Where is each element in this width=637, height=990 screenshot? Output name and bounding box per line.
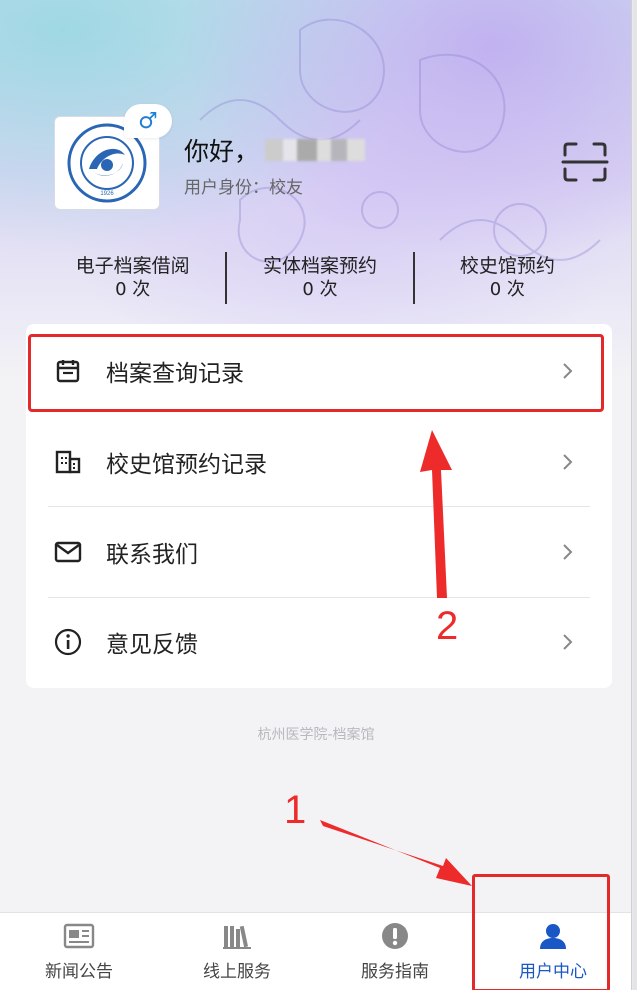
alert-icon xyxy=(378,921,412,951)
footer-note: 杭州医学院-档案馆 xyxy=(257,727,375,743)
tab-online-services[interactable]: 线上服务 xyxy=(158,913,316,990)
chevron-right-icon xyxy=(563,634,573,650)
building-icon xyxy=(54,448,82,476)
news-icon xyxy=(62,921,96,951)
phone-screen: 1926 ♂ 你好， 用户身份：校友 电子档案借阅 0 次 实体档案预约 0 次… xyxy=(0,0,632,990)
stats-row: 电子档案借阅 0 次 实体档案预约 0 次 校史馆预约 0 次 xyxy=(40,252,600,304)
chevron-right-icon xyxy=(563,454,573,470)
tab-label: 线上服务 xyxy=(203,962,271,982)
window-edge xyxy=(633,0,637,990)
stat-value: 0 次 xyxy=(489,279,525,300)
menu-item-museum-booking-records[interactable]: 校史馆预约记录 xyxy=(48,417,590,507)
mail-icon xyxy=(54,538,82,566)
menu-item-label: 意见反馈 xyxy=(106,632,198,658)
menu-item-feedback[interactable]: 意见反馈 xyxy=(48,597,590,687)
user-identity: 用户身份：校友 xyxy=(184,178,303,198)
stat-label: 电子档案借阅 xyxy=(75,255,190,277)
chevron-right-icon xyxy=(563,544,573,560)
tab-label: 新闻公告 xyxy=(45,962,113,982)
tab-label: 服务指南 xyxy=(361,962,429,982)
stat-ebook-borrow[interactable]: 电子档案借阅 0 次 xyxy=(40,252,225,304)
menu-item-label: 联系我们 xyxy=(106,542,198,568)
books-icon xyxy=(220,921,254,951)
annotation-number-1: 1 xyxy=(284,788,307,832)
tab-service-guide[interactable]: 服务指南 xyxy=(316,913,474,990)
blurred-username xyxy=(265,139,366,161)
stat-label: 实体档案预约 xyxy=(262,255,377,277)
menu-item-label: 校史馆预约记录 xyxy=(106,452,267,478)
svg-text:1926: 1926 xyxy=(100,191,114,197)
annotation-number-2: 2 xyxy=(436,604,459,648)
stat-label: 校史馆预约 xyxy=(459,255,555,277)
stat-museum-booking[interactable]: 校史馆预约 0 次 xyxy=(412,252,600,304)
info-icon xyxy=(54,628,82,656)
annotation-highlight-user-center xyxy=(472,874,610,990)
greeting-label: 你好， xyxy=(184,137,260,166)
stat-value: 0 次 xyxy=(302,279,338,300)
menu-item-contact-us[interactable]: 联系我们 xyxy=(48,507,590,597)
stat-physical-archive[interactable]: 实体档案预约 0 次 xyxy=(225,252,412,304)
annotation-highlight-archive-query xyxy=(28,334,604,412)
gender-male-badge: ♂ xyxy=(124,104,172,138)
tab-news[interactable]: 新闻公告 xyxy=(0,913,158,990)
male-icon: ♂ xyxy=(138,108,158,134)
stat-value: 0 次 xyxy=(115,279,151,300)
greeting-text: 你好， xyxy=(184,132,366,168)
scan-icon[interactable] xyxy=(561,141,609,183)
